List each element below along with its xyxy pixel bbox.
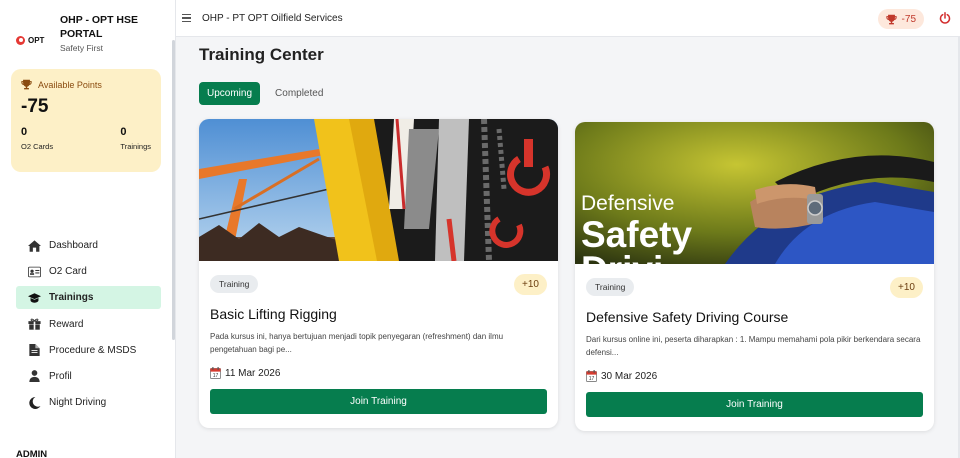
sidebar-item-profil[interactable]: Profil — [16, 365, 161, 388]
training-date: 17 30 Mar 2026 — [586, 370, 923, 382]
training-description: Pada kursus ini, hanya bertujuan menjadi… — [210, 332, 504, 354]
points-badge[interactable]: -75 — [877, 9, 924, 29]
tab-upcoming[interactable]: Upcoming — [199, 82, 261, 105]
svg-text:Defensive: Defensive — [581, 192, 674, 215]
training-image-defensive-driving: DefensiveSafetyDrivi — [575, 122, 934, 264]
sidebar-item-trainings[interactable]: Trainings — [16, 286, 161, 310]
training-type-badge: Training — [210, 275, 259, 293]
sidebar-item-label: O2 Card — [49, 266, 87, 278]
id-card-icon — [28, 266, 41, 278]
join-training-button[interactable]: Join Training — [586, 392, 923, 417]
available-points-card: Available Points -75 0 O2 Cards 0 Traini… — [11, 69, 161, 172]
gift-icon — [28, 318, 41, 330]
sidebar-item-procedure-msds[interactable]: Procedure & MSDS — [16, 339, 161, 362]
stat-o2-cards: 0 O2 Cards — [21, 126, 53, 151]
moon-icon — [28, 396, 41, 409]
points-label: Available Points — [38, 79, 102, 90]
training-date-text: 11 Mar 2026 — [225, 367, 281, 379]
power-logout-icon[interactable] — [939, 12, 951, 24]
logo-mark-icon — [16, 35, 25, 45]
sidebar-scrollbar[interactable] — [172, 40, 175, 340]
sidebar-item-label: Profil — [49, 370, 72, 382]
user-icon — [28, 370, 41, 383]
tab-completed[interactable]: Completed — [267, 82, 331, 105]
sidebar-item-label: Reward — [49, 318, 84, 330]
logo-text: OPT — [28, 35, 45, 45]
stat-label: Trainings — [120, 142, 151, 151]
brand-subtitle: Safety First — [60, 43, 103, 53]
sidebar-item-reward[interactable]: Reward — [16, 313, 161, 336]
sidebar-item-dashboard[interactable]: Dashboard — [16, 234, 161, 257]
sidebar-item-label: Trainings — [49, 292, 94, 304]
hamburger-menu-icon[interactable] — [182, 14, 191, 22]
brand-title: OHP - OPT HSE PORTAL — [60, 14, 138, 40]
training-date: 17 11 Mar 2026 — [210, 367, 547, 379]
org-title: OHP - PT OPT Oilfield Services — [202, 12, 343, 24]
training-points-badge: +10 — [890, 276, 923, 298]
training-card[interactable]: Training +10 Basic Lifting Rigging Pada … — [199, 119, 558, 428]
training-card[interactable]: DefensiveSafetyDrivi Training +10 Defens… — [575, 122, 934, 431]
svg-text:17: 17 — [589, 376, 595, 382]
points-value: -75 — [21, 96, 49, 117]
stat-value: 0 — [120, 126, 127, 138]
training-date-text: 30 Mar 2026 — [601, 370, 658, 382]
graduation-cap-icon — [28, 292, 41, 304]
svg-text:Drivi: Drivi — [581, 249, 663, 264]
sidebar: OPT OHP - OPT HSE PORTAL Safety First Av… — [0, 0, 176, 458]
training-description: Dari kursus online ini, peserta diharapk… — [586, 335, 921, 357]
sidebar-nav: Dashboard O2 Card Trainings Reward Proce… — [16, 234, 161, 417]
join-training-button[interactable]: Join Training — [210, 389, 547, 414]
brand[interactable]: OPT OHP - OPT HSE PORTAL Safety First — [16, 13, 160, 53]
calendar-icon: 17 — [586, 370, 597, 382]
trophy-icon — [885, 14, 897, 24]
sidebar-item-night-driving[interactable]: Night Driving — [16, 391, 161, 414]
calendar-icon: 17 — [210, 367, 221, 379]
brand-logo: OPT — [16, 27, 48, 53]
training-title: Basic Lifting Rigging — [210, 306, 337, 322]
sidebar-item-label: Night Driving — [49, 397, 107, 409]
sidebar-item-label: Procedure & MSDS — [49, 344, 137, 356]
training-title: Defensive Safety Driving Course — [586, 309, 789, 325]
svg-text:17: 17 — [213, 373, 219, 379]
points-badge-value: -75 — [901, 13, 916, 25]
stat-label: O2 Cards — [21, 142, 54, 151]
training-points-badge: +10 — [514, 273, 547, 295]
topbar: OHP - PT OPT Oilfield Services -75 — [176, 0, 960, 37]
page-title: Training Center — [199, 45, 324, 64]
training-type-badge: Training — [586, 278, 635, 296]
training-image-lifting-rigging — [199, 119, 558, 261]
home-icon — [28, 239, 41, 252]
training-tabs: Upcoming Completed — [199, 82, 331, 105]
sidebar-item-o2-card[interactable]: O2 Card — [16, 260, 161, 283]
file-icon — [28, 344, 41, 357]
admin-section-label: ADMIN — [16, 449, 48, 458]
sidebar-item-label: Dashboard — [49, 240, 98, 251]
stat-trainings: 0 Trainings — [120, 126, 151, 151]
trophy-icon — [21, 79, 32, 90]
stat-value: 0 — [21, 126, 28, 138]
